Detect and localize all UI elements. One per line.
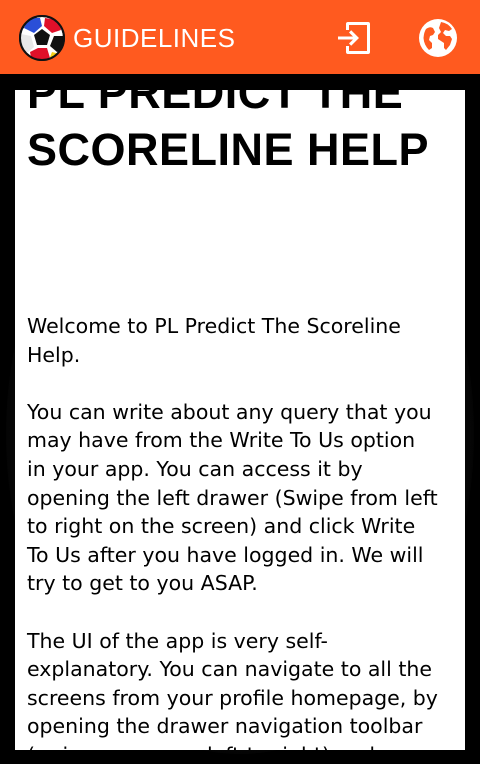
content-area[interactable]: PL PREDICT THE SCORELINE HELP Welcome to… xyxy=(0,74,480,764)
help-card[interactable]: PL PREDICT THE SCORELINE HELP Welcome to… xyxy=(15,90,465,750)
language-button[interactable] xyxy=(416,16,460,60)
help-content: PL PREDICT THE SCORELINE HELP Welcome to… xyxy=(27,90,457,750)
help-paragraph: You can write about any query that you m… xyxy=(27,399,438,596)
help-heading: PL PREDICT THE SCORELINE HELP xyxy=(27,90,430,175)
globe-icon xyxy=(419,19,457,57)
app-bar: GUIDELINES xyxy=(0,0,480,74)
help-paragraph: The UI of the app is very self- explanat… xyxy=(27,628,438,750)
soccer-ball-icon xyxy=(18,14,66,62)
exit-icon xyxy=(338,22,370,54)
page-title: GUIDELINES xyxy=(73,23,236,53)
logout-button[interactable] xyxy=(332,16,376,60)
help-paragraph: Welcome to PL Predict The Scoreline Help… xyxy=(27,314,401,367)
ad-spacer xyxy=(27,178,457,312)
